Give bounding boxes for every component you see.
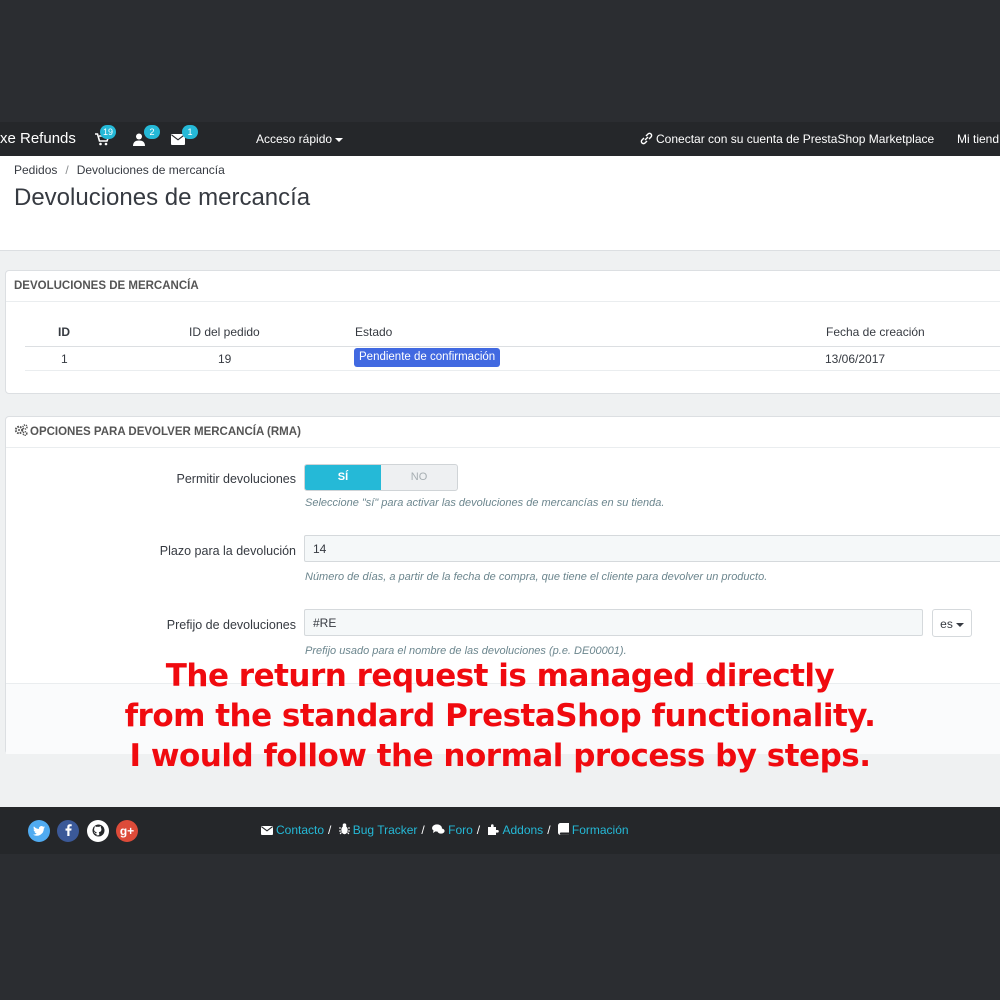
cell-date: 13/06/2017 bbox=[825, 352, 886, 366]
footer-separator: / bbox=[421, 823, 425, 837]
overlay-line-2: from the standard PrestaShop functionali… bbox=[124, 698, 876, 734]
returns-panel-heading: DEVOLUCIONES DE MERCANCÍA bbox=[6, 271, 1000, 302]
footer-links: Contacto / Bug Tracker / Foro / Addons /… bbox=[261, 823, 629, 837]
language-code: es bbox=[940, 617, 953, 631]
footer-link-addons[interactable]: Addons bbox=[487, 823, 543, 837]
allow-returns-label: Permitir devoluciones bbox=[176, 472, 297, 486]
bug-tracker-link[interactable]: Bug Tracker bbox=[353, 823, 418, 837]
column-header-id[interactable]: ID bbox=[58, 325, 70, 339]
overlay-line-3: I would follow the normal process by ste… bbox=[129, 738, 871, 774]
allow-returns-switch[interactable]: SÍ NO bbox=[304, 464, 458, 491]
bug-icon bbox=[338, 823, 350, 835]
breadcrumb-item-returns[interactable]: Devoluciones de mercancía bbox=[77, 163, 225, 177]
comments-icon bbox=[432, 824, 445, 834]
envelope-icon bbox=[261, 826, 273, 835]
addons-link[interactable]: Addons bbox=[502, 823, 543, 837]
page-header: Pedidos / Devoluciones de mercancía Devolu… bbox=[0, 156, 1000, 251]
shop-name[interactable]: xe Refunds bbox=[0, 130, 76, 147]
returns-panel: DEVOLUCIONES DE MERCANCÍA ID ID del pedi… bbox=[5, 270, 1000, 394]
book-icon bbox=[557, 823, 569, 835]
table-header-divider bbox=[25, 346, 1000, 347]
facebook-icon[interactable] bbox=[57, 820, 79, 842]
return-deadline-input[interactable]: 14 bbox=[304, 535, 1000, 562]
footer-link-contact[interactable]: Contacto bbox=[261, 823, 324, 837]
overlay-line-1: The return request is managed directly bbox=[165, 658, 835, 694]
page-title: Devoluciones de mercancía bbox=[14, 184, 311, 211]
column-header-status[interactable]: Estado bbox=[355, 325, 392, 339]
column-header-date[interactable]: Fecha de creación bbox=[826, 325, 925, 339]
cogs-icon bbox=[14, 424, 28, 437]
switch-no-option[interactable]: NO bbox=[381, 465, 457, 490]
return-prefix-label: Prefijo de devoluciones bbox=[166, 618, 296, 632]
breadcrumb: Pedidos / Devoluciones de mercancía bbox=[14, 163, 225, 177]
google-plus-icon[interactable]: g+ bbox=[116, 820, 138, 842]
cell-order-id: 19 bbox=[218, 352, 232, 366]
contact-link[interactable]: Contacto bbox=[276, 823, 324, 837]
footer-separator: / bbox=[328, 823, 332, 837]
return-prefix-input[interactable]: #RE bbox=[304, 609, 923, 636]
twitter-icon[interactable] bbox=[28, 820, 50, 842]
marketplace-label: Conectar con su cuenta de PrestaShop Mar… bbox=[656, 132, 935, 146]
footer-link-forum[interactable]: Foro bbox=[432, 823, 473, 837]
link-icon bbox=[640, 132, 653, 145]
caret-down-icon bbox=[335, 137, 344, 142]
table-row-divider bbox=[25, 370, 1000, 371]
footer-link-training[interactable]: Formación bbox=[557, 823, 629, 837]
page-footer: g+ Contacto / Bug Tracker / Foro / Addon… bbox=[0, 807, 1000, 854]
options-panel-title: OPCIONES PARA DEVOLVER MERCANCÍA (RMA) bbox=[30, 426, 301, 438]
footer-link-bug-tracker[interactable]: Bug Tracker bbox=[338, 823, 418, 837]
footer-separator: / bbox=[547, 823, 551, 837]
allow-returns-help: Seleccione "sí" para activar las devoluc… bbox=[305, 497, 665, 509]
quick-access-label: Acceso rápido bbox=[256, 132, 333, 146]
my-shop-link[interactable]: Mi tiend bbox=[957, 132, 999, 146]
top-navigation-bar: xe Refunds 19 2 1 Acceso rápido Conectar… bbox=[0, 122, 1000, 156]
column-header-order-id[interactable]: ID del pedido bbox=[189, 325, 260, 339]
cart-count-badge: 19 bbox=[100, 125, 117, 139]
status-badge: Pendiente de confirmación bbox=[354, 348, 501, 367]
switch-yes-option[interactable]: SÍ bbox=[305, 465, 381, 490]
marketplace-connect-link[interactable]: Conectar con su cuenta de PrestaShop Mar… bbox=[640, 132, 934, 146]
puzzle-icon bbox=[488, 824, 500, 835]
return-deadline-help: Número de días, a partir de la fecha de … bbox=[305, 571, 768, 583]
training-link[interactable]: Formación bbox=[572, 823, 629, 837]
messages-count-badge: 1 bbox=[182, 125, 198, 139]
breadcrumb-separator: / bbox=[65, 163, 69, 177]
quick-access-menu[interactable]: Acceso rápido bbox=[256, 132, 344, 146]
caret-down-icon bbox=[955, 622, 964, 627]
customers-count-badge: 2 bbox=[144, 125, 160, 139]
overlay-caption: The return request is managed directly f… bbox=[0, 656, 1000, 776]
forum-link[interactable]: Foro bbox=[448, 823, 473, 837]
footer-separator: / bbox=[476, 823, 481, 837]
breadcrumb-item-orders[interactable]: Pedidos bbox=[14, 163, 57, 177]
cell-id: 1 bbox=[61, 352, 68, 366]
github-icon[interactable] bbox=[87, 820, 109, 842]
return-deadline-label: Plazo para la devolución bbox=[159, 544, 296, 558]
language-selector[interactable]: es bbox=[932, 609, 972, 637]
options-panel-heading: OPCIONES PARA DEVOLVER MERCANCÍA (RMA) bbox=[6, 417, 1000, 448]
